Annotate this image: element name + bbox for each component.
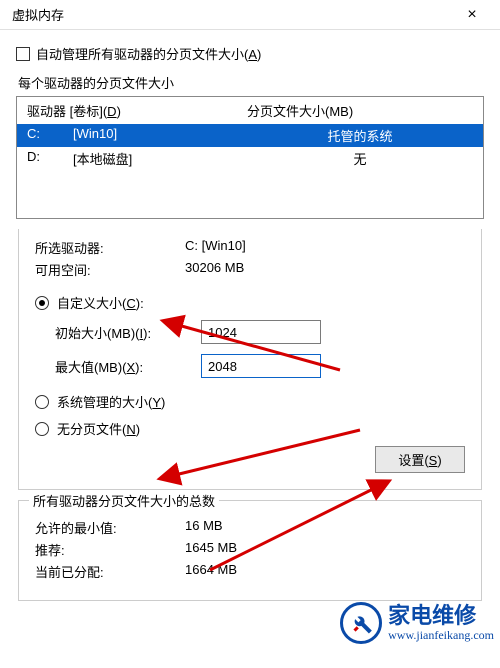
selected-drive-group: 所选驱动器: C: [Win10] 可用空间: 30206 MB 自定义大小(C… [18,229,482,490]
initial-size-input[interactable] [201,320,321,344]
rec-label: 推荐: [35,540,185,559]
totals-group: 所有驱动器分页文件大小的总数 允许的最小值: 16 MB 推荐: 1645 MB… [18,500,482,601]
radio-no-paging[interactable]: 无分页文件(N) [35,419,465,438]
free-space-value: 30206 MB [185,260,465,279]
set-button[interactable]: 设置(S) [375,446,465,473]
radio-custom-size[interactable]: 自定义大小(C): [35,293,465,312]
wrench-icon [340,602,382,644]
watermark-brand: 家电维修 [388,604,494,628]
selected-drive-value: C: [Win10] [185,238,465,257]
radio-system-managed[interactable]: 系统管理的大小(Y) [35,392,465,411]
auto-manage-checkbox[interactable]: 自动管理所有驱动器的分页文件大小(A) [16,44,484,63]
radio-icon [35,296,49,310]
drive-row-d[interactable]: D: [本地磁盘] 无 [17,147,483,170]
auto-manage-label: 自动管理所有驱动器的分页文件大小(A) [36,44,261,63]
window-title: 虚拟内存 [12,5,64,24]
initial-size-label: 初始大小(MB)(I): [55,323,201,342]
min-label: 允许的最小值: [35,518,185,537]
max-size-input[interactable] [201,354,321,378]
drive-list-header: 驱动器 [卷标](D) 分页文件大小(MB) [17,97,483,124]
selected-drive-label: 所选驱动器: [35,238,185,257]
radio-icon [35,422,49,436]
cur-label: 当前已分配: [35,562,185,581]
totals-title: 所有驱动器分页文件大小的总数 [29,491,219,510]
drive-section-label: 每个驱动器的分页文件大小 [18,73,484,92]
drive-list[interactable]: 驱动器 [卷标](D) 分页文件大小(MB) C: [Win10] 托管的系统 … [16,96,484,219]
watermark-url: www.jianfeikang.com [388,629,494,642]
checkbox-icon [16,47,30,61]
free-space-label: 可用空间: [35,260,185,279]
drive-row-c[interactable]: C: [Win10] 托管的系统 [17,124,483,147]
max-size-label: 最大值(MB)(X): [55,357,201,376]
radio-icon [35,395,49,409]
watermark: 家电维修 www.jianfeikang.com [340,602,494,644]
close-icon[interactable]: × [452,1,492,29]
rec-value: 1645 MB [185,540,465,559]
min-value: 16 MB [185,518,465,537]
cur-value: 1664 MB [185,562,465,581]
